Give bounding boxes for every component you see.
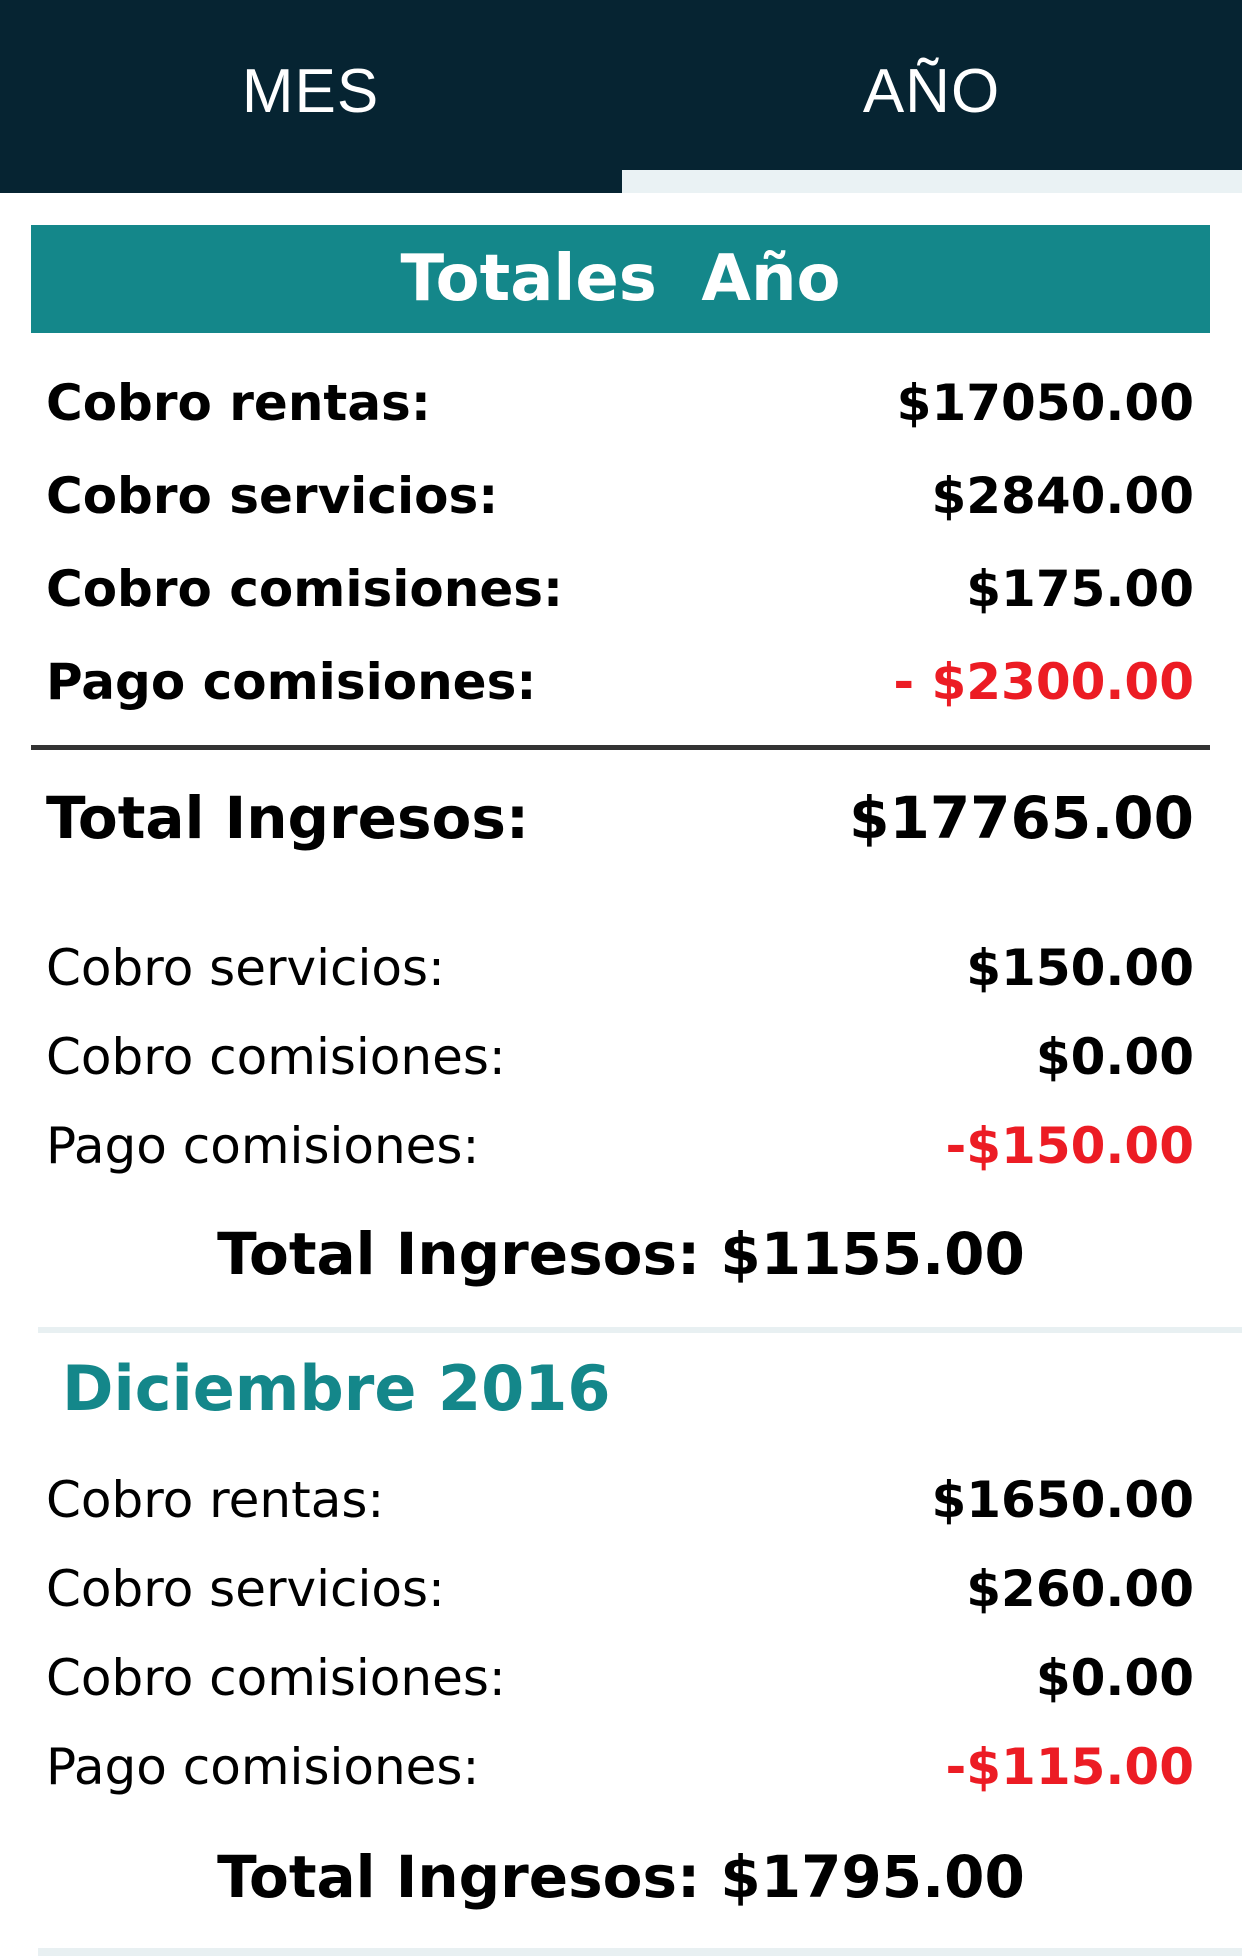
row-value: $0.00 [1035, 1028, 1194, 1086]
prev-row-pago-comisiones: Pago comisiones: -$150.00 [46, 1121, 1194, 1171]
row-value-negative: - $2300.00 [893, 653, 1194, 711]
row-label: Cobro rentas: [46, 374, 431, 432]
year-totals-header: Totales Año [31, 225, 1210, 333]
row-label: Cobro servicios: [46, 939, 445, 997]
totals-divider [31, 745, 1210, 750]
row-label: Cobro rentas: [46, 1471, 385, 1529]
tab-bar: MES AÑO [0, 0, 1242, 193]
row-value: $260.00 [966, 1560, 1194, 1618]
row-value: $0.00 [1035, 1649, 1194, 1707]
row-value-negative: -$150.00 [945, 1117, 1195, 1175]
tab-ano[interactable]: AÑO [621, 0, 1242, 193]
row-label: Cobro comisiones: [46, 560, 563, 618]
row-value: $2840.00 [931, 467, 1194, 525]
row-value: $17050.00 [896, 374, 1194, 432]
dec-row-cobro-rentas: Cobro rentas: $1650.00 [46, 1475, 1194, 1525]
year-row-cobro-comisiones: Cobro comisiones: $175.00 [46, 564, 1194, 614]
year-row-cobro-rentas: Cobro rentas: $17050.00 [46, 378, 1194, 428]
prev-row-cobro-servicios: Cobro servicios: $150.00 [46, 943, 1194, 993]
row-label: Cobro comisiones: [46, 1028, 506, 1086]
row-label: Pago comisiones: [46, 653, 537, 711]
dec-row-cobro-comisiones: Cobro comisiones: $0.00 [46, 1653, 1194, 1703]
total-label: Total Ingresos: [46, 784, 530, 852]
row-label: Pago comisiones: [46, 1117, 480, 1175]
row-label: Pago comisiones: [46, 1738, 480, 1796]
row-label: Cobro servicios: [46, 1560, 445, 1618]
selected-tab-indicator [622, 170, 1242, 193]
dec-total-ingresos: Total Ingresos: $1795.00 [217, 1843, 1025, 1911]
row-value-negative: -$115.00 [945, 1738, 1195, 1796]
row-value: $175.00 [966, 560, 1194, 618]
month-title: Diciembre 2016 [62, 1352, 611, 1425]
row-value: $1650.00 [931, 1471, 1194, 1529]
row-label: Cobro comisiones: [46, 1649, 506, 1707]
year-row-cobro-servicios: Cobro servicios: $2840.00 [46, 471, 1194, 521]
prev-total-ingresos: Total Ingresos: $1155.00 [217, 1220, 1025, 1288]
tab-mes[interactable]: MES [0, 0, 621, 193]
row-value: $150.00 [966, 939, 1194, 997]
year-row-pago-comisiones: Pago comisiones: - $2300.00 [46, 657, 1194, 707]
dec-row-pago-comisiones: Pago comisiones: -$115.00 [46, 1742, 1194, 1792]
row-label: Cobro servicios: [46, 467, 499, 525]
section-separator [38, 1327, 1242, 1333]
section-separator [38, 1948, 1242, 1956]
year-total-ingresos: Total Ingresos: $17765.00 [46, 789, 1194, 847]
prev-row-cobro-comisiones: Cobro comisiones: $0.00 [46, 1032, 1194, 1082]
dec-row-cobro-servicios: Cobro servicios: $260.00 [46, 1564, 1194, 1614]
total-value: $17765.00 [849, 784, 1194, 852]
